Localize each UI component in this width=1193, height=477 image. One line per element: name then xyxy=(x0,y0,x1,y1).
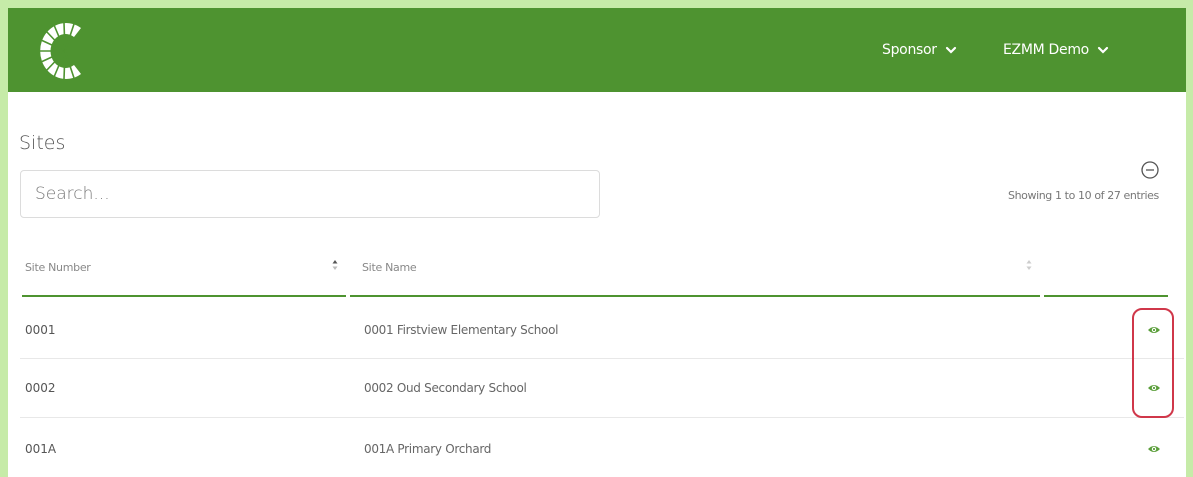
table-row: 0002 0002 Oud Secondary School xyxy=(8,359,1186,416)
sponsor-menu-label: Sponsor xyxy=(882,42,937,58)
eye-icon[interactable] xyxy=(1147,444,1161,454)
column-underline xyxy=(22,295,346,297)
chevron-down-icon xyxy=(1097,46,1109,54)
c-brand-logo[interactable] xyxy=(36,20,94,82)
site-number-cell: 001A xyxy=(25,442,57,456)
sponsor-menu[interactable]: Sponsor xyxy=(882,42,957,58)
column-underline xyxy=(1044,295,1168,297)
site-number-cell: 0002 xyxy=(25,381,56,395)
column-header-site-name[interactable]: Site Name xyxy=(362,261,417,274)
sort-icon[interactable] xyxy=(331,258,339,272)
site-name-cell: 0002 Oud Secondary School xyxy=(364,381,527,395)
column-header-site-number[interactable]: Site Number xyxy=(25,261,91,274)
page-title: Sites xyxy=(19,132,66,154)
table-row: 001A 001A Primary Orchard xyxy=(8,418,1186,475)
app-window: Sponsor EZMM Demo Sites Showing 1 to 10 … xyxy=(8,8,1186,477)
site-name-cell: 001A Primary Orchard xyxy=(364,442,492,456)
user-menu[interactable]: EZMM Demo xyxy=(1003,42,1109,58)
top-navigation-bar: Sponsor EZMM Demo xyxy=(8,8,1186,92)
search-input[interactable] xyxy=(20,170,600,218)
chevron-down-icon xyxy=(945,46,956,54)
minus-circle-icon[interactable] xyxy=(1140,160,1160,180)
entries-count-text: Showing 1 to 10 of 27 entries xyxy=(1008,189,1159,202)
site-number-cell: 0001 xyxy=(25,323,56,337)
site-name-cell: 0001 Firstview Elementary School xyxy=(364,323,559,337)
column-underline xyxy=(350,295,1040,297)
table-row: 0001 0001 Firstview Elementary School xyxy=(8,298,1186,355)
sort-icon[interactable] xyxy=(1025,258,1033,272)
highlight-annotation xyxy=(1132,308,1174,418)
user-menu-label: EZMM Demo xyxy=(1003,42,1089,58)
